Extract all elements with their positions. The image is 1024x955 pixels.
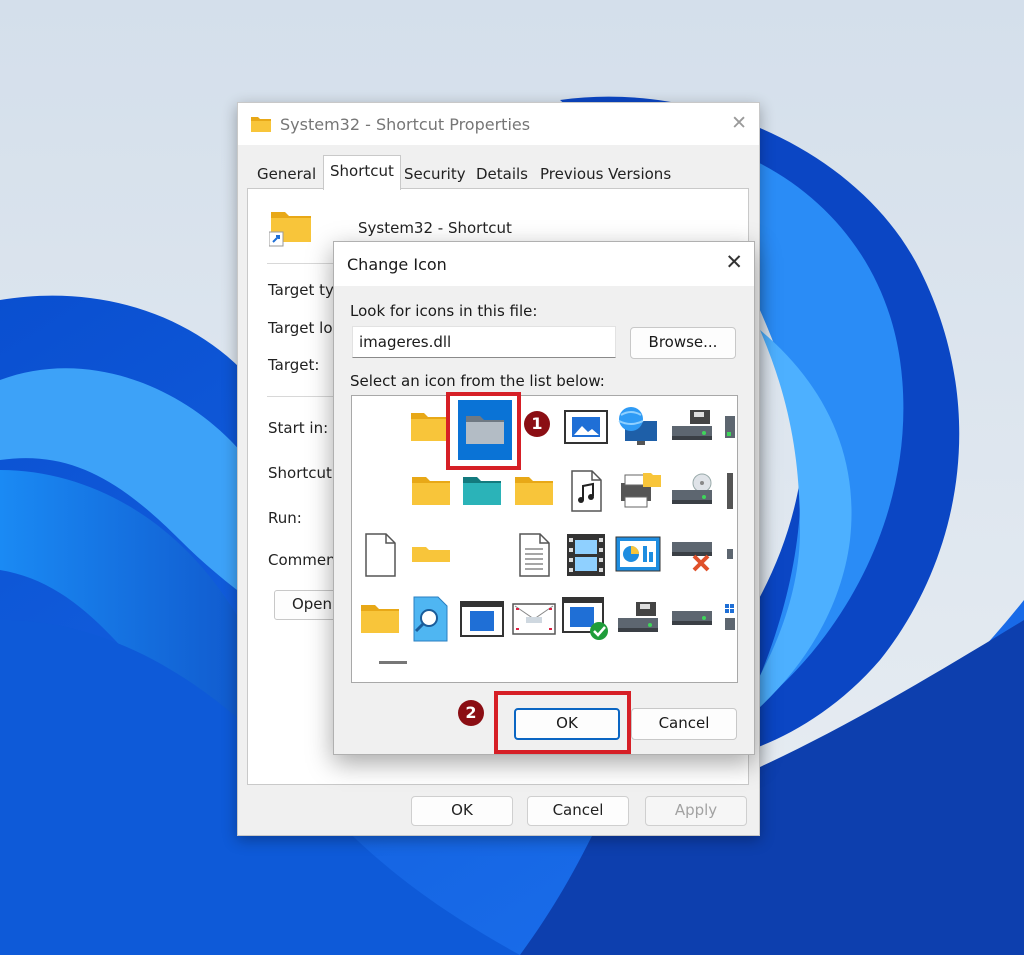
folder-icon [250,114,272,138]
drive-floppy-icon[interactable] [614,594,662,644]
look-for-icons-label: Look for icons in this file: [350,302,538,320]
select-icon-label: Select an icon from the list below: [350,372,605,390]
selection-highlight [446,392,521,470]
printer-folder-icon[interactable] [614,466,662,516]
text-document-icon[interactable] [510,530,558,580]
film-icon[interactable] [562,530,610,580]
tab-shortcut[interactable]: Shortcut [323,155,401,190]
folder-icon[interactable] [356,594,404,644]
window-titlebar: System32 - Shortcut Properties ✕ [238,103,759,145]
ok-button[interactable]: OK [514,708,620,740]
step-2-marker: 2 [458,700,484,726]
shortcut-name: System32 - Shortcut [358,219,512,237]
device-partial-icon[interactable] [718,530,737,580]
close-icon[interactable]: ✕ [731,112,747,134]
run-label: Run: [268,509,302,527]
dash-icon[interactable] [370,648,418,678]
device-partial-icon[interactable] [718,466,737,516]
tab-strip: General Shortcut Security Details Previo… [247,155,747,190]
ok-button[interactable]: OK [411,796,513,826]
cancel-button[interactable]: Cancel [631,708,737,740]
globe-monitor-icon[interactable] [614,402,662,452]
blank-file-icon[interactable] [356,530,404,580]
dialog-title: Change Icon [347,255,447,274]
drive-floppy-icon[interactable] [668,402,716,452]
change-icon-dialog: Change Icon ✕ Look for icons in this fil… [333,241,755,755]
close-icon[interactable]: ✕ [725,250,743,274]
tab-previous-versions[interactable]: Previous Versions [534,160,677,188]
folder-flat-icon[interactable] [407,530,455,580]
target-label: Target: [268,356,320,374]
folder-teal-icon[interactable] [458,466,506,516]
envelope-icon[interactable] [510,594,558,644]
dialog-titlebar: Change Icon ✕ [334,242,754,286]
icon-list[interactable] [351,395,738,683]
tab-details[interactable]: Details [470,160,534,188]
drive-error-icon[interactable] [668,530,716,580]
folder-icon[interactable] [407,466,455,516]
browse-button[interactable]: Browse... [630,327,736,359]
cancel-button[interactable]: Cancel [527,796,629,826]
drive-icon[interactable] [668,594,716,644]
tab-security[interactable]: Security [398,160,472,188]
window-title: System32 - Shortcut Properties [280,115,531,134]
shortcut-folder-icon [268,208,313,248]
window-icon[interactable] [458,594,506,644]
icon-file-input[interactable]: imageres.dll [352,326,616,358]
start-in-label: Start in: [268,419,329,437]
step-1-marker: 1 [524,411,550,437]
apply-button[interactable]: Apply [645,796,747,826]
search-file-icon[interactable] [407,594,455,644]
music-file-icon[interactable] [562,466,610,516]
chart-icon[interactable] [614,530,662,580]
drive-windows-icon[interactable] [718,594,737,644]
device-partial-icon[interactable] [718,402,737,452]
window-check-icon[interactable] [562,594,610,644]
target-location-label: Target loc [268,319,341,337]
drive-cd-icon[interactable] [668,466,716,516]
tab-general[interactable]: General [251,160,322,188]
picture-frame-icon[interactable] [562,402,610,452]
folder-icon[interactable] [510,466,558,516]
